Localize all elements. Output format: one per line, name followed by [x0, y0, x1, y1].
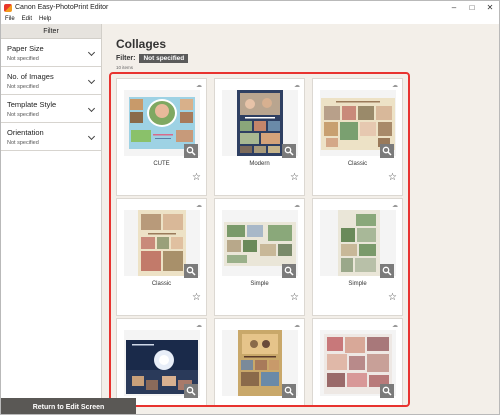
filter-sidebar: Filter Paper Size Not specified No. of I…: [1, 24, 102, 414]
cloud-download-icon: ☁: [294, 203, 300, 209]
template-card[interactable]: ☁: [312, 318, 403, 405]
magnifier-icon: [382, 386, 392, 396]
cloud-download-icon: ☁: [196, 323, 202, 329]
star-icon[interactable]: ☆: [388, 173, 397, 183]
cloud-download-icon: ☁: [392, 83, 398, 89]
magnifier-icon: [186, 146, 196, 156]
template-name: Classic: [151, 281, 172, 287]
template-name: Classic: [347, 161, 368, 167]
magnifier-icon: [284, 386, 294, 396]
template-name: Simple: [250, 281, 269, 287]
magnifier-icon: [186, 266, 196, 276]
zoom-button[interactable]: [282, 144, 296, 158]
zoom-button[interactable]: [184, 264, 198, 278]
cloud-download-icon: ☁: [294, 83, 300, 89]
template-card[interactable]: ☁ CUTE ☆: [116, 78, 207, 196]
filter-template-style[interactable]: Template Style Not specified: [1, 95, 101, 123]
cloud-download-icon: ☁: [294, 323, 300, 329]
template-card[interactable]: ☁ Modern ☆: [214, 78, 305, 196]
title-bar: Canon Easy-PhotoPrint Editor – □ ✕: [1, 1, 499, 14]
menu-edit[interactable]: Edit: [22, 16, 32, 22]
magnifier-icon: [382, 146, 392, 156]
zoom-button[interactable]: [282, 384, 296, 398]
zoom-button[interactable]: [380, 384, 394, 398]
window-title: Canon Easy-PhotoPrint Editor: [15, 4, 109, 11]
menu-file[interactable]: File: [5, 16, 15, 22]
template-card[interactable]: ☁: [214, 318, 305, 405]
filter-item-value: Not specified: [7, 140, 39, 146]
cloud-download-icon: ☁: [392, 323, 398, 329]
app-window: Canon Easy-PhotoPrint Editor – □ ✕ File …: [0, 0, 500, 415]
star-icon[interactable]: ☆: [290, 173, 299, 183]
star-icon[interactable]: ☆: [192, 173, 201, 183]
template-name: Modern: [249, 161, 270, 167]
magnifier-icon: [284, 146, 294, 156]
template-card[interactable]: ☁ Simple ☆: [312, 198, 403, 316]
filter-paper-size[interactable]: Paper Size Not specified: [1, 39, 101, 67]
app-logo-icon: [4, 3, 12, 12]
zoom-button[interactable]: [184, 144, 198, 158]
template-name: CUTE: [153, 161, 170, 167]
active-filter-row: Filter: Not specified: [116, 54, 189, 63]
template-card[interactable]: ☁ Classic ☆: [312, 78, 403, 196]
star-icon[interactable]: ☆: [388, 293, 397, 303]
zoom-button[interactable]: [380, 264, 394, 278]
filter-item-value: Not specified: [7, 84, 39, 90]
minimize-icon[interactable]: –: [445, 1, 463, 14]
cloud-download-icon: ☁: [196, 203, 202, 209]
menu-help[interactable]: Help: [39, 16, 51, 22]
magnifier-icon: [284, 266, 294, 276]
star-icon[interactable]: ☆: [290, 293, 299, 303]
filter-no-of-images[interactable]: No. of Images Not specified: [1, 67, 101, 95]
star-icon[interactable]: ☆: [192, 293, 201, 303]
menu-bar: File Edit Help: [1, 14, 499, 24]
template-grid: ☁ CUTE ☆ ☁ Modern ☆ ☁ Classic ☆ ☁ Classi…: [109, 72, 410, 407]
template-card[interactable]: ☁ Simple ☆: [214, 198, 305, 316]
zoom-button[interactable]: [282, 264, 296, 278]
return-to-edit-button[interactable]: Return to Edit Screen: [1, 398, 136, 414]
magnifier-icon: [186, 386, 196, 396]
item-count: 10 items: [116, 65, 134, 70]
close-icon[interactable]: ✕: [481, 1, 499, 14]
magnifier-icon: [382, 266, 392, 276]
template-name: Simple: [348, 281, 367, 287]
filter-orientation[interactable]: Orientation Not specified: [1, 123, 101, 151]
template-card[interactable]: ☁ Classic ☆: [116, 198, 207, 316]
zoom-button[interactable]: [184, 384, 198, 398]
cloud-download-icon: ☁: [196, 83, 202, 89]
template-card[interactable]: ☁: [116, 318, 207, 405]
cloud-download-icon: ☁: [392, 203, 398, 209]
maximize-icon[interactable]: □: [463, 1, 481, 14]
filter-tag: Not specified: [139, 54, 189, 63]
filter-header: Filter: [1, 24, 101, 39]
page-title: Collages: [116, 37, 167, 51]
zoom-button[interactable]: [380, 144, 394, 158]
filter-label: Filter:: [116, 55, 136, 62]
filter-item-value: Not specified: [7, 112, 39, 118]
filter-item-value: Not specified: [7, 56, 39, 62]
